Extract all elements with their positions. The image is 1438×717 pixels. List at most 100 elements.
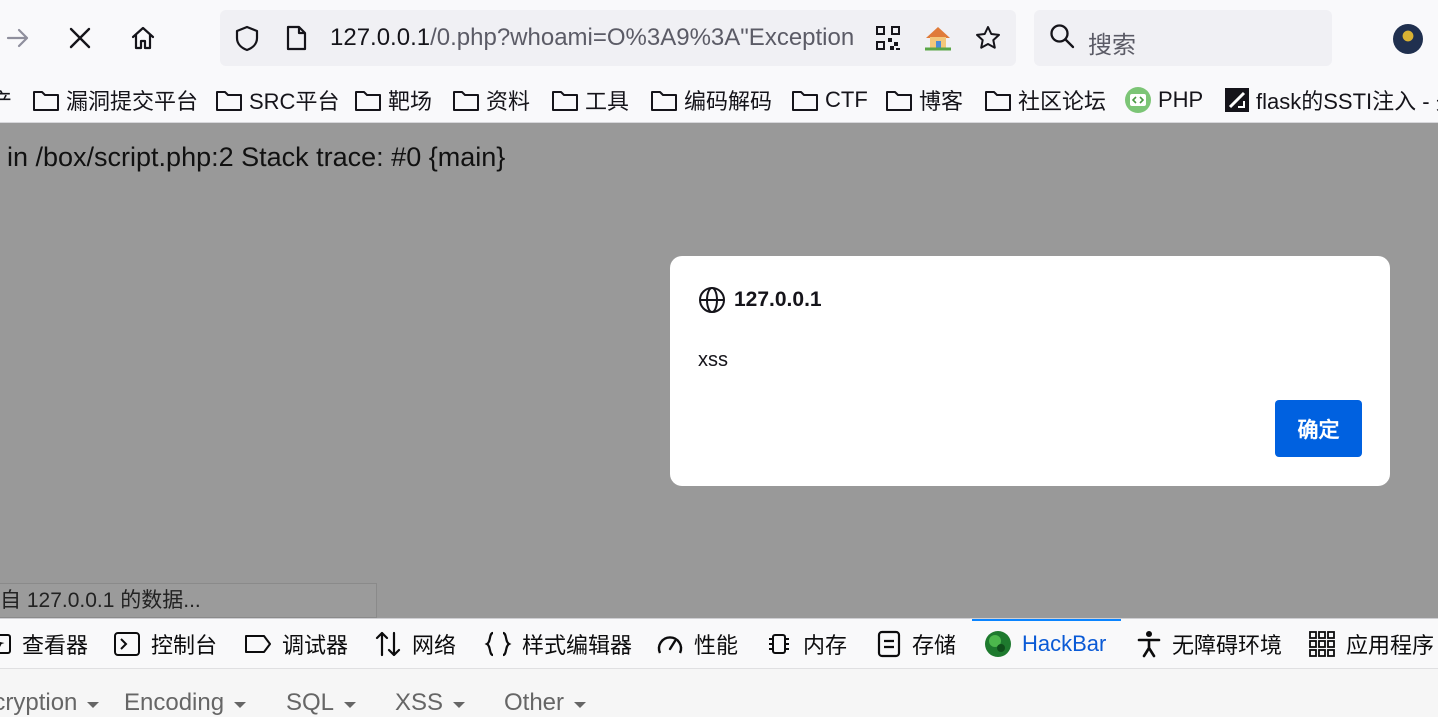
url-text[interactable]: 127.0.0.1/0.php?whoami=O%3A9%3A"Exceptio… <box>330 24 868 52</box>
tab-label: 性能 <box>694 633 739 658</box>
folder-icon <box>886 91 912 111</box>
devtools-tabbar: 查看器 控制台 调试器 网络 样式编辑器 性能 内存 存储 HackBar 无障… <box>0 618 1438 669</box>
url-host: 127.0.0.1 <box>330 24 431 51</box>
app-grid-icon <box>1309 631 1335 657</box>
debugger-icon <box>245 635 271 653</box>
dialog-origin: 127.0.0.1 <box>698 286 822 314</box>
folder-icon <box>651 91 677 111</box>
menu-label: Other <box>504 689 565 716</box>
bookmark-item[interactable]: PHP <box>1124 85 1203 115</box>
menu-label: Encryption <box>0 689 78 716</box>
tab-label: 查看器 <box>22 633 89 658</box>
hackbar-menubar: Encryption Encoding SQL XSS Other <box>0 669 1438 717</box>
ok-button[interactable]: 确定 <box>1275 400 1362 457</box>
folder-icon <box>552 91 578 111</box>
forward-button[interactable] <box>0 16 40 60</box>
folder-icon <box>33 91 59 111</box>
shield-icon[interactable] <box>231 22 263 54</box>
braces-icon <box>484 631 512 657</box>
tab-style-editor[interactable]: 样式编辑器 <box>484 619 633 668</box>
bookmark-folder[interactable]: CTF <box>791 85 868 115</box>
tab-inspector[interactable]: 查看器 <box>0 619 89 668</box>
tab-label: 应用程序 <box>1346 633 1435 658</box>
folder-icon <box>216 91 242 111</box>
search-bar[interactable]: 搜索 <box>1034 10 1332 66</box>
menu-label: SQL <box>286 689 335 716</box>
bookmark-label: 工具 <box>585 89 630 114</box>
tab-debugger[interactable]: 调试器 <box>244 619 349 668</box>
tab-network[interactable]: 网络 <box>374 619 457 668</box>
hackbar-logo-icon <box>985 631 1011 657</box>
network-arrows-icon <box>375 631 401 657</box>
menu-encoding[interactable]: Encoding <box>124 689 247 717</box>
search-placeholder: 搜索 <box>1088 32 1136 59</box>
tab-console[interactable]: 控制台 <box>113 619 218 668</box>
menu-encryption[interactable]: Encryption <box>0 689 100 717</box>
bookmark-folder[interactable]: 博客 <box>885 85 963 115</box>
bookmark-folder[interactable]: 编码解码 <box>650 85 772 115</box>
dialog-origin-text: 127.0.0.1 <box>734 288 822 311</box>
tab-accessibility[interactable]: 无障碍环境 <box>1136 619 1282 668</box>
search-icon <box>1048 22 1076 55</box>
stop-button[interactable] <box>58 16 102 60</box>
star-icon[interactable] <box>972 22 1004 54</box>
bookmark-label: SRC平台 <box>249 89 340 114</box>
tab-storage[interactable]: 存储 <box>876 619 957 668</box>
status-text: 正在传输来自 127.0.0.1 的数据... <box>0 589 201 612</box>
caret-down-icon <box>574 702 587 708</box>
folder-icon <box>792 91 818 111</box>
browser-toolbar: 127.0.0.1/0.php?whoami=O%3A9%3A"Exceptio… <box>0 0 1438 77</box>
folder-icon <box>453 91 479 111</box>
house-extension-icon[interactable] <box>922 22 954 54</box>
bookmark-label: 靶场 <box>388 89 433 114</box>
account-avatar[interactable] <box>1393 24 1423 54</box>
zhihu-icon <box>1225 88 1249 112</box>
tab-performance[interactable]: 性能 <box>656 619 739 668</box>
bookmark-folder[interactable]: 工具 <box>551 85 629 115</box>
home-button[interactable] <box>121 16 165 60</box>
close-icon <box>69 27 91 49</box>
gauge-icon <box>657 636 683 654</box>
menu-label: Encoding <box>124 689 225 716</box>
bookmark-label: flask的SSTI注入 - 先 <box>1256 89 1438 114</box>
tab-application[interactable]: 应用程序 <box>1308 619 1435 668</box>
error-message: in /box/script.php:2 Stack trace: #0 {ma… <box>7 142 506 172</box>
menu-other[interactable]: Other <box>504 689 587 717</box>
globe-icon <box>699 287 725 313</box>
bookmark-label: 资料 <box>486 89 531 114</box>
bookmark-label: CTF <box>825 87 868 112</box>
bookmark-folder[interactable]: 资料 <box>452 85 530 115</box>
caret-down-icon <box>87 702 100 708</box>
tab-label: 调试器 <box>282 633 349 658</box>
menu-sql[interactable]: SQL <box>286 689 357 717</box>
bookmark-folder[interactable]: 漏洞提交平台 <box>32 85 198 115</box>
bookmark-label: PHP <box>1158 87 1204 112</box>
tab-memory[interactable]: 内存 <box>765 619 848 668</box>
caret-down-icon <box>234 702 247 708</box>
arrow-right-icon <box>6 28 29 48</box>
bookmark-folder[interactable]: SRC平台 <box>215 85 339 115</box>
bookmark-item[interactable]: 产 <box>0 85 12 115</box>
bookmark-item[interactable]: flask的SSTI注入 - 先 <box>1224 85 1438 115</box>
tab-label: 控制台 <box>151 633 218 658</box>
url-path: /0.php?whoami=O%3A9%3A"Exception <box>430 24 855 51</box>
qr-code-icon[interactable] <box>872 22 904 54</box>
bookmark-folder[interactable]: 靶场 <box>354 85 432 115</box>
tab-label: 内存 <box>803 633 848 658</box>
menu-xss[interactable]: XSS <box>395 689 466 717</box>
tab-label: 样式编辑器 <box>522 633 633 658</box>
tab-label: 网络 <box>412 633 457 658</box>
page-icon[interactable] <box>280 22 312 54</box>
folder-icon <box>985 91 1011 111</box>
folder-icon <box>355 91 381 111</box>
tab-label: 存储 <box>912 633 957 658</box>
alert-dialog: 127.0.0.1 xss 确定 <box>670 256 1390 486</box>
status-bar: 正在传输来自 127.0.0.1 的数据... <box>0 583 377 618</box>
inspector-icon <box>0 634 11 654</box>
bookmark-label: 博客 <box>919 89 964 114</box>
bookmark-folder[interactable]: 社区论坛 <box>984 85 1106 115</box>
url-bar[interactable]: 127.0.0.1/0.php?whoami=O%3A9%3A"Exceptio… <box>220 10 1016 66</box>
bookmark-label: 社区论坛 <box>1018 89 1107 114</box>
caret-down-icon <box>453 702 466 708</box>
tab-hackbar[interactable]: HackBar <box>972 619 1121 668</box>
